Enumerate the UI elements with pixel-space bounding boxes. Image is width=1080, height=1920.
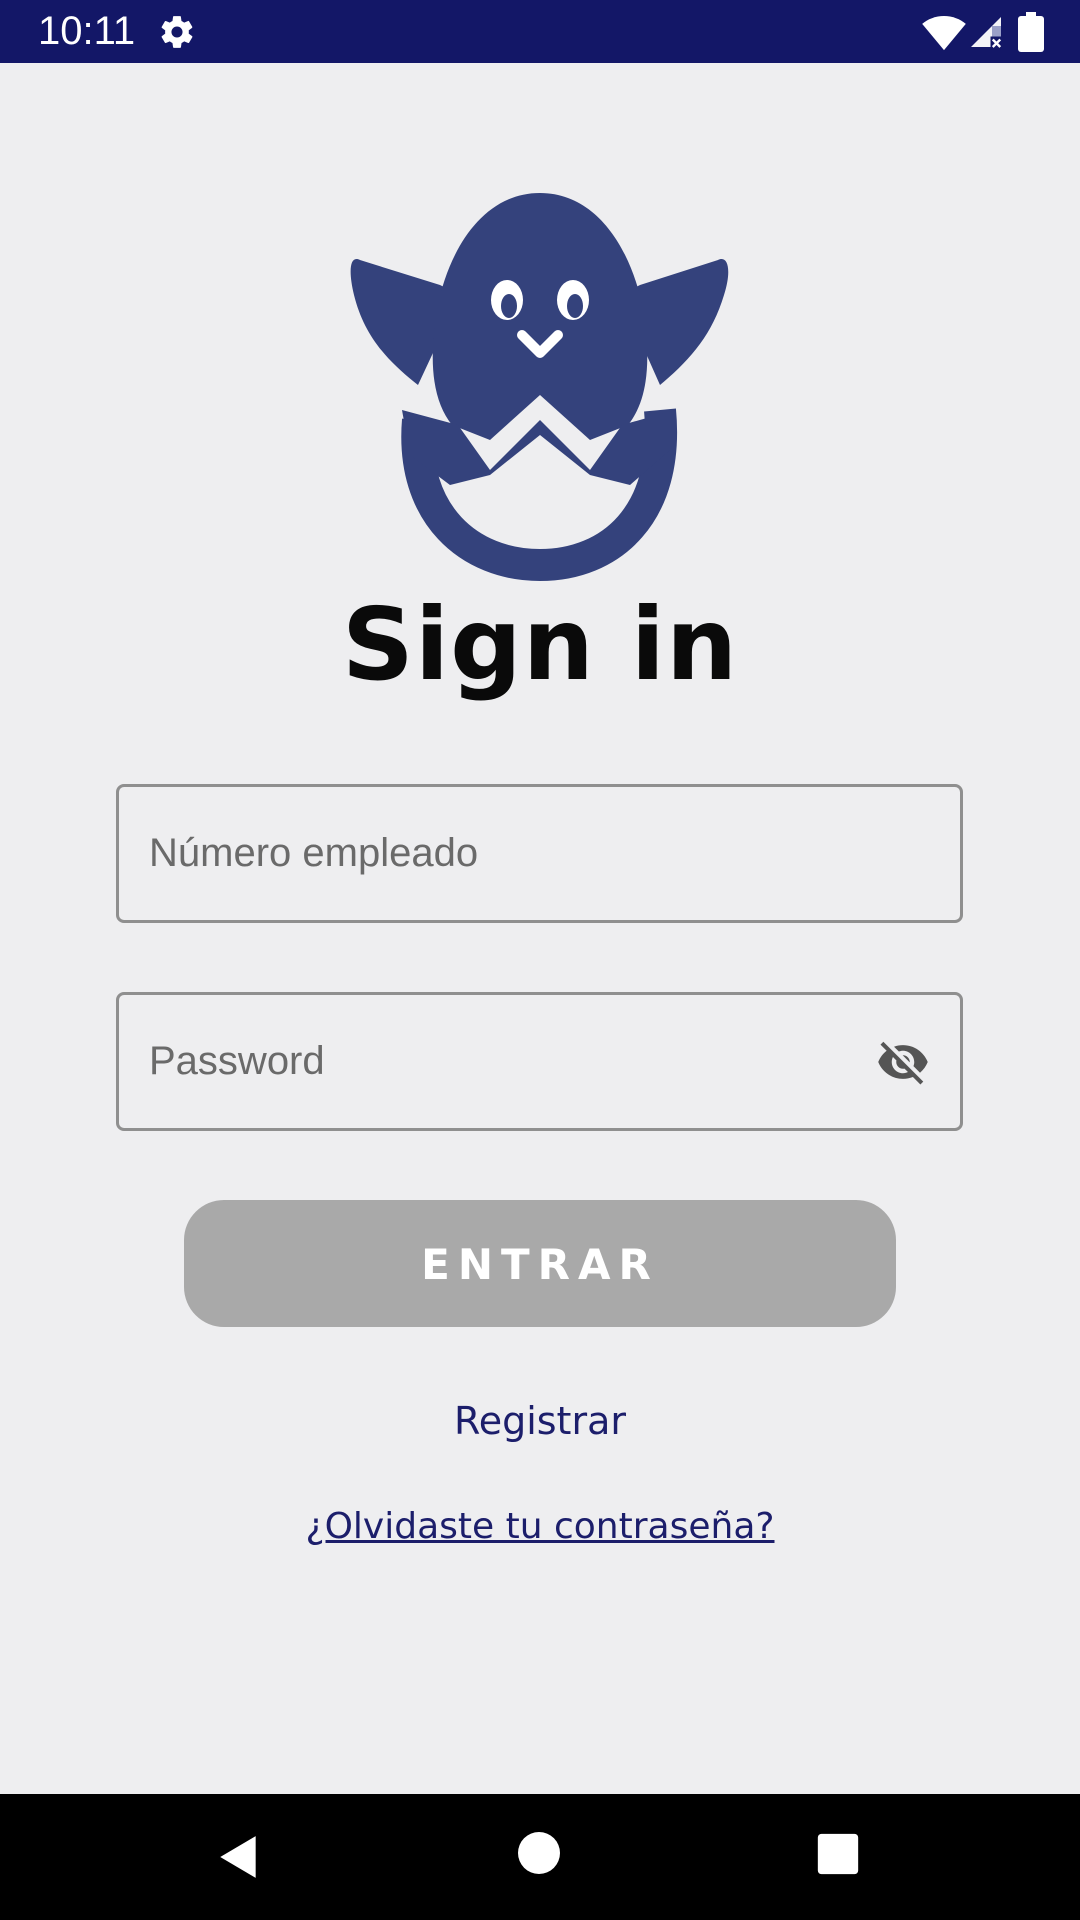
- register-link[interactable]: Registrar: [0, 1396, 1080, 1446]
- navigation-bar: [0, 1794, 1080, 1920]
- battery-icon: [1018, 12, 1044, 52]
- back-icon[interactable]: [214, 1832, 264, 1882]
- gear-icon: [161, 16, 193, 48]
- entrar-button[interactable]: ENTRAR: [184, 1200, 896, 1327]
- password-field[interactable]: [116, 992, 963, 1131]
- wifi-icon: [922, 16, 966, 51]
- status-bar: 10:11: [0, 0, 1080, 63]
- sign-in-screen: 10:11 Sign in Número empleado ENTRAR Reg…: [0, 0, 1080, 1920]
- chick-in-egg-logo: [350, 193, 729, 582]
- employee-number-input[interactable]: [149, 787, 889, 920]
- visibility-off-icon[interactable]: [874, 1035, 932, 1089]
- home-icon[interactable]: [518, 1832, 560, 1874]
- signal-icon: [971, 17, 1004, 50]
- forgot-password-link[interactable]: ¿Olvidaste tu contraseña?: [0, 1502, 1080, 1552]
- password-input[interactable]: [149, 995, 889, 1128]
- page-title: Sign in: [341, 586, 739, 703]
- status-time: 10:11: [38, 9, 136, 53]
- recents-icon[interactable]: [816, 1832, 860, 1876]
- employee-number-field[interactable]: [116, 784, 963, 923]
